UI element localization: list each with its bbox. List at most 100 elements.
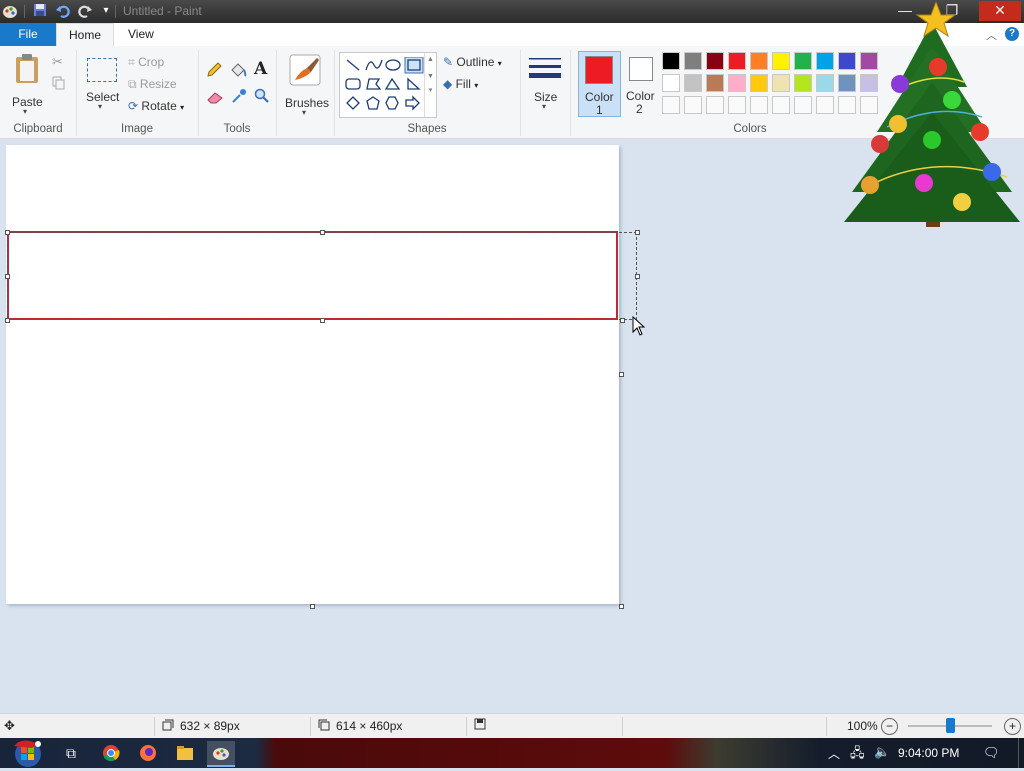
copy-icon[interactable] (52, 76, 66, 90)
resize-handle[interactable] (320, 230, 325, 235)
chevron-down-icon: ▾ (542, 102, 547, 111)
palette-color-swatch[interactable] (706, 52, 724, 70)
custom-color-slot[interactable] (772, 96, 790, 114)
custom-color-slot[interactable] (662, 96, 680, 114)
zoom-slider-thumb[interactable] (946, 718, 955, 733)
resize-handle[interactable] (635, 274, 640, 279)
start-icon (14, 740, 41, 767)
palette-color-swatch[interactable] (772, 52, 790, 70)
action-center-icon[interactable]: 🗨 (983, 745, 1000, 761)
pencil-icon[interactable] (206, 62, 222, 81)
color2-label-line2: 2 (636, 102, 643, 116)
polygon-shape-icon (366, 78, 382, 90)
canvas-resize-handle[interactable] (310, 604, 315, 609)
outline-label: Outline (456, 55, 495, 69)
save-icon[interactable] (32, 3, 48, 19)
task-view-icon[interactable]: ⧉ (57, 741, 85, 765)
custom-color-slot[interactable] (706, 96, 724, 114)
eraser-icon[interactable] (206, 90, 224, 107)
palette-color-swatch[interactable] (750, 74, 768, 92)
custom-color-slot[interactable] (728, 96, 746, 114)
palette-color-swatch[interactable] (728, 74, 746, 92)
zoom-in-icon[interactable]: + (1004, 718, 1021, 735)
shape-selection-box[interactable] (7, 232, 637, 320)
palette-color-swatch[interactable] (662, 52, 680, 70)
rectangle-shape-icon (404, 57, 424, 74)
customize-quick-access-icon[interactable]: ▾ (98, 3, 114, 19)
color2-button[interactable]: Color 2 (623, 51, 659, 116)
resize-button[interactable]: ⧉ Resize (128, 77, 177, 92)
palette-color-swatch[interactable] (794, 74, 812, 92)
show-hidden-icons[interactable]: ︿ (828, 745, 840, 762)
text-tool-icon[interactable]: A (254, 59, 267, 79)
crop-button[interactable]: ⌗ Crop (128, 55, 164, 70)
zoom-out-icon[interactable]: − (881, 718, 898, 735)
resize-handle[interactable] (620, 318, 625, 323)
palette-color-swatch[interactable] (816, 52, 834, 70)
show-desktop-button[interactable] (1018, 738, 1024, 768)
status-bar: ✥ 632 × 89px 614 × 460px 100% − + (0, 713, 1024, 739)
line-size-icon (529, 58, 561, 78)
brush-icon (289, 54, 321, 86)
drawing-canvas[interactable] (6, 145, 619, 604)
color1-button[interactable]: Color 1 (578, 51, 621, 117)
custom-color-slot[interactable] (684, 96, 702, 114)
canvas-resize-handle[interactable] (619, 604, 624, 609)
fill-bucket-icon[interactable] (229, 62, 247, 81)
resize-handle[interactable] (635, 230, 640, 235)
palette-color-swatch[interactable] (816, 74, 834, 92)
paint-taskbar-icon[interactable] (207, 741, 235, 767)
fill-button[interactable]: ◆ Fill ▾ (443, 77, 478, 91)
magnifier-icon[interactable] (254, 88, 270, 107)
size-button[interactable]: Size ▾ (526, 52, 564, 116)
chrome-icon[interactable] (97, 741, 125, 765)
resize-handle[interactable] (5, 318, 10, 323)
network-icon[interactable]: 🖧 (850, 744, 865, 766)
palette-color-swatch[interactable] (684, 74, 702, 92)
paste-button[interactable]: Paste ▾ (10, 52, 44, 116)
pentagon-shape-icon (366, 96, 380, 110)
start-button[interactable] (8, 738, 48, 768)
select-button[interactable]: Select ▾ (84, 54, 119, 116)
palette-color-swatch[interactable] (662, 74, 680, 92)
crop-icon: ⌗ (128, 55, 135, 69)
brushes-button[interactable]: Brushes ▾ (282, 52, 329, 117)
palette-color-swatch[interactable] (728, 52, 746, 70)
fill-icon: ◆ (443, 77, 453, 91)
redo-icon[interactable] (77, 3, 93, 19)
custom-color-slot[interactable] (794, 96, 812, 114)
tab-file[interactable]: File (0, 23, 56, 46)
rotate-label: Rotate (141, 99, 177, 113)
oval-shape-icon (385, 59, 401, 71)
custom-color-slot[interactable] (816, 96, 834, 114)
resize-handle[interactable] (5, 274, 10, 279)
canvas-resize-handle[interactable] (619, 372, 624, 377)
palette-color-swatch[interactable] (794, 52, 812, 70)
color2-label-line1: Color (626, 89, 655, 103)
tab-view[interactable]: View (116, 23, 166, 46)
outline-button[interactable]: ✎ Outline ▾ (443, 55, 502, 69)
undo-icon[interactable] (55, 3, 71, 19)
volume-icon[interactable]: 🔈 (874, 744, 890, 760)
paint-app-icon[interactable] (2, 3, 18, 19)
file-explorer-icon[interactable] (171, 741, 199, 765)
rotate-button[interactable]: ⟳ Rotate ▾ (128, 99, 184, 113)
taskbar-clock[interactable]: 9:04:00 PM (898, 746, 959, 760)
firefox-icon[interactable] (134, 741, 162, 765)
paste-label: Paste (12, 95, 43, 109)
shapes-scroll[interactable]: ▲ ▼ ▾ (424, 53, 436, 117)
palette-color-swatch[interactable] (684, 52, 702, 70)
cut-icon[interactable]: ✂ (52, 54, 66, 69)
color1-swatch (585, 56, 613, 84)
resize-icon: ⧉ (128, 77, 137, 91)
palette-color-swatch[interactable] (750, 52, 768, 70)
custom-color-slot[interactable] (750, 96, 768, 114)
palette-color-swatch[interactable] (706, 74, 724, 92)
palette-color-swatch[interactable] (772, 74, 790, 92)
tab-home[interactable]: Home (56, 23, 114, 48)
color-picker-icon[interactable] (231, 88, 247, 107)
select-icon (87, 58, 117, 82)
resize-handle[interactable] (5, 230, 10, 235)
resize-handle[interactable] (320, 318, 325, 323)
curve-shape-icon (365, 59, 383, 71)
